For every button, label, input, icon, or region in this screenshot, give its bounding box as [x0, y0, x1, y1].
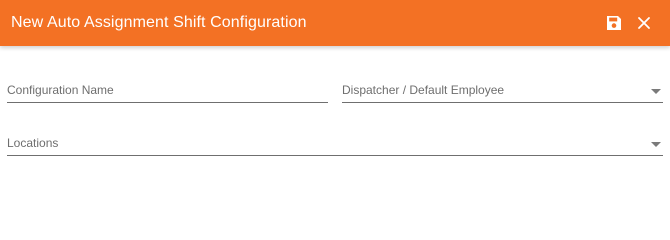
dialog-title: New Auto Assignment Shift Configuration	[11, 14, 307, 31]
save-button[interactable]	[603, 12, 625, 34]
configuration-name-field[interactable]: Configuration Name	[7, 79, 328, 103]
locations-select[interactable]: Locations	[7, 132, 663, 156]
dispatcher-select[interactable]: Dispatcher / Default Employee	[342, 79, 663, 103]
floppy-disk-icon	[607, 16, 621, 30]
locations-label: Locations	[7, 136, 59, 150]
dialog-header: New Auto Assignment Shift Configuration	[0, 0, 670, 46]
dropdown-arrow-icon[interactable]	[651, 89, 661, 94]
dropdown-arrow-icon[interactable]	[651, 142, 661, 147]
dispatcher-label: Dispatcher / Default Employee	[342, 83, 505, 97]
configuration-name-label: Configuration Name	[7, 83, 114, 97]
close-button[interactable]	[633, 12, 655, 34]
close-icon	[638, 17, 650, 29]
